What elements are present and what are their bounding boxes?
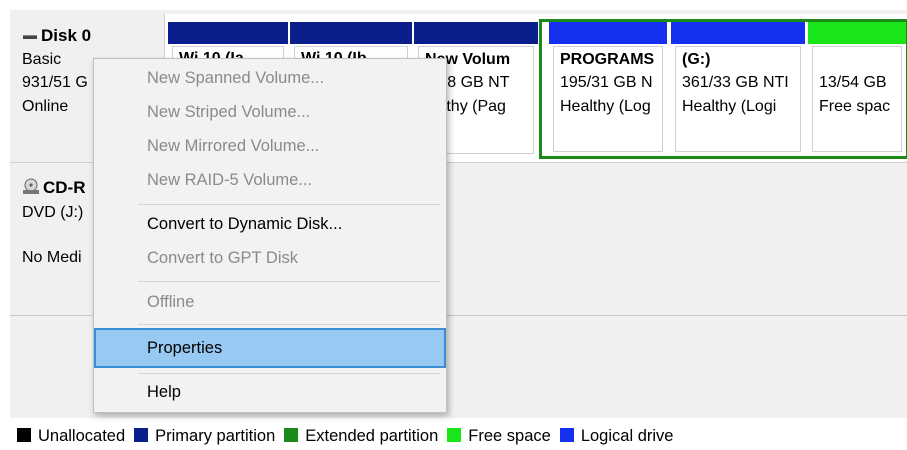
partition-programs[interactable]: PROGRAMS 195/31 GB N Healthy (Log: [549, 22, 667, 156]
partition-inner: (G:) 361/33 GB NTI Healthy (Logi: [675, 46, 801, 152]
menu-new-raid5-volume[interactable]: New RAID-5 Volume...: [94, 165, 446, 197]
menu-item-label: Help: [147, 383, 181, 401]
legend-swatch: [284, 428, 299, 442]
legend-extended-partition: Extended partition: [284, 427, 438, 446]
menu-item-label: New Striped Volume...: [147, 103, 311, 121]
cdrom-name: CD-R: [43, 177, 86, 197]
legend-label: Logical drive: [580, 427, 674, 445]
primary-partition-bar: [414, 22, 538, 44]
legend-label: Extended partition: [305, 427, 439, 445]
menu-item-label: Convert to Dynamic Disk...: [147, 215, 343, 233]
logical-drive-bar: [671, 22, 805, 44]
menu-convert-dynamic-disk[interactable]: Convert to Dynamic Disk...: [94, 209, 446, 241]
partition-free-space[interactable]: 13/54 GB Free spac: [808, 22, 906, 156]
legend-primary-partition: Primary partition: [134, 427, 275, 446]
disk0-status: Online: [22, 98, 69, 115]
menu-convert-gpt-disk[interactable]: Convert to GPT Disk: [94, 243, 446, 275]
partition-title: PROGRAMS: [560, 51, 655, 68]
disk0-size: 931/51 G: [22, 74, 88, 91]
menu-separator: [138, 373, 440, 374]
partition-size: 13/54 GB: [819, 74, 887, 91]
partition-status: Free spac: [819, 98, 891, 115]
menu-new-striped-volume[interactable]: New Striped Volume...: [94, 97, 446, 129]
legend-label: Primary partition: [155, 427, 276, 445]
menu-item-label: New RAID-5 Volume...: [147, 171, 313, 189]
disk0-name: Disk 0: [41, 26, 92, 45]
legend-unallocated: Unallocated: [17, 427, 125, 446]
disk-icon: [22, 27, 38, 47]
partition-inner: 13/54 GB Free spac: [812, 46, 902, 152]
menu-separator: [138, 204, 440, 205]
menu-item-label: Properties: [147, 339, 223, 357]
legend-label: Free space: [468, 427, 551, 445]
menu-item-label: Offline: [147, 293, 195, 311]
partition-inner: PROGRAMS 195/31 GB N Healthy (Log: [553, 46, 663, 152]
menu-offline[interactable]: Offline: [94, 287, 446, 319]
legend-swatch: [17, 428, 31, 442]
legend-swatch: [559, 428, 574, 442]
menu-item-label: Convert to GPT Disk: [147, 249, 298, 267]
legend: Unallocated Primary partition Extended par…: [17, 427, 682, 446]
menu-item-label: New Spanned Volume...: [147, 69, 325, 87]
menu-help[interactable]: Help: [94, 377, 446, 409]
legend-free-space: Free space: [447, 427, 551, 446]
primary-partition-bar: [168, 22, 288, 44]
logical-drive-bar: [549, 22, 667, 44]
menu-item-label: New Mirrored Volume...: [147, 137, 320, 155]
partition-size: 361/33 GB NTI: [682, 74, 789, 91]
menu-separator: [138, 324, 440, 325]
partition-title: (G:): [682, 51, 711, 68]
legend-swatch: [134, 428, 149, 442]
menu-new-mirrored-volume[interactable]: New Mirrored Volume...: [94, 131, 446, 163]
legend-logical-drive: Logical drive: [559, 427, 674, 446]
primary-partition-bar: [290, 22, 412, 44]
free-space-bar: [808, 22, 906, 44]
partition-status: Healthy (Log: [560, 98, 651, 115]
legend-label: Unallocated: [38, 427, 126, 445]
menu-new-spanned-volume[interactable]: New Spanned Volume...: [94, 63, 446, 95]
legend-swatch: [447, 428, 462, 442]
partition-size: 195/31 GB N: [560, 74, 653, 91]
menu-separator: [138, 281, 440, 282]
menu-properties[interactable]: Properties: [94, 328, 446, 368]
partition-g[interactable]: (G:) 361/33 GB NTI Healthy (Logi: [671, 22, 805, 156]
partition-status: Healthy (Logi: [682, 98, 777, 115]
context-menu: New Spanned Volume... New Striped Volume…: [93, 58, 447, 413]
cdrom-type: DVD (J:): [22, 204, 84, 221]
cdrom-status: No Medi: [22, 249, 82, 266]
disk0-type: Basic: [22, 51, 62, 68]
cd-drive-icon: [22, 177, 40, 200]
